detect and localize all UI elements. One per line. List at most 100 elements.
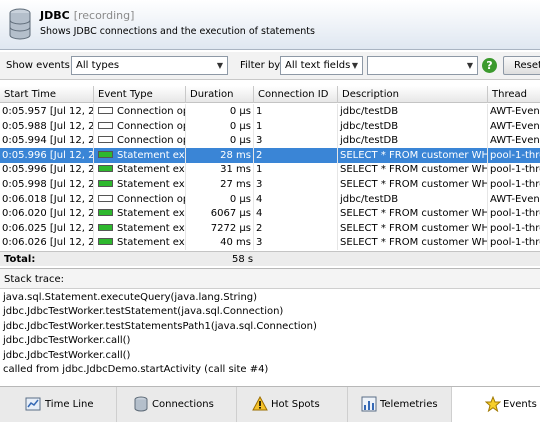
filter-text-input[interactable]: ▼: [367, 56, 478, 75]
tab-hot-spots[interactable]: Hot Spots: [237, 387, 348, 422]
connection-id-cell: 1: [254, 118, 338, 134]
column-header-duration[interactable]: Duration: [186, 86, 254, 103]
connection-id-cell: 3: [254, 177, 338, 192]
event-type-cell: Statement executed: [94, 220, 186, 236]
table-row[interactable]: 0:05.994 [Jul 12, 2011 4:12:56 PM]Connec…: [0, 133, 540, 149]
start-time-cell: 0:05.957 [Jul 12, 2011 4:12:56 PM]: [2, 104, 94, 119]
thread-cell: pool-1-thread-3: [488, 235, 540, 250]
hotspots-icon: [252, 396, 268, 411]
start-time-cell: 0:05.996 [Jul 12, 2011 4:12:56 PM]: [2, 147, 94, 163]
thread-cell: AWT-EventQueue-0: [488, 192, 540, 207]
column-header-thread[interactable]: Thread: [488, 86, 540, 103]
thread-cell: pool-1-thread-2: [488, 162, 540, 177]
duration-cell: 6067 µs: [186, 206, 254, 222]
view-title: JDBC [recording]: [40, 9, 135, 22]
event-type-cell: Statement executed: [94, 162, 186, 178]
duration-cell: 0 µs: [186, 104, 254, 119]
table-row[interactable]: 0:06.018 [Jul 12, 2011 4:12:56 PM]Connec…: [0, 191, 540, 207]
event-type-swatch: [98, 180, 113, 187]
event-type-cell: Connection opened: [94, 191, 186, 207]
chevron-down-icon: ▼: [216, 61, 223, 70]
duration-cell: 0 µs: [186, 133, 254, 149]
event-type-swatch: [98, 209, 113, 217]
event-type-cell: Statement executed: [94, 235, 186, 251]
event-type-swatch: [98, 121, 113, 129]
thread-cell: pool-1-thread-3: [488, 177, 540, 192]
tab-events[interactable]: Events: [452, 387, 540, 422]
thread-cell: AWT-EventQueue-0: [488, 133, 540, 148]
event-type-cell: Connection opened: [94, 104, 186, 119]
reset-button[interactable]: Reset: [503, 56, 540, 75]
total-value: 58 s: [232, 254, 254, 265]
duration-cell: 27 ms: [186, 177, 254, 192]
thread-cell: pool-1-thread-1: [488, 148, 540, 163]
start-time-cell: 0:05.998 [Jul 12, 2011 4:12:56 PM]: [2, 177, 94, 192]
column-header-connection-id[interactable]: Connection ID: [254, 86, 338, 103]
table-row[interactable]: 0:05.996 [Jul 12, 2011 4:12:56 PM]Statem…: [0, 147, 540, 163]
tab-connections[interactable]: Connections: [117, 387, 237, 422]
view-header: JDBC [recording] Shows JDBC connections a…: [0, 0, 540, 50]
description-cell: SELECT * FROM customer WHERE id = ?: [340, 206, 488, 222]
stack-frame[interactable]: called from jdbc.JdbcDemo.startActivity …: [3, 364, 268, 375]
table-row[interactable]: 0:05.996 [Jul 12, 2011 4:12:56 PM]Statem…: [0, 162, 540, 178]
connection-id-cell: 1: [254, 104, 338, 119]
total-label: Total:: [4, 254, 36, 265]
start-time-cell: 0:06.020 [Jul 12, 2011 4:12:56 PM]: [2, 206, 94, 222]
description-cell: jdbc/testDB: [338, 104, 488, 119]
thread-cell: pool-1-thread-4: [488, 206, 540, 221]
tab-time-line[interactable]: Time Line: [0, 387, 117, 422]
description-cell: SELECT * FROM customer WHERE id = ?: [340, 220, 488, 236]
table-row[interactable]: 0:05.957 [Jul 12, 2011 4:12:56 PM]Connec…: [0, 104, 540, 119]
description-cell: SELECT * FROM customer WHERE id = ?: [340, 147, 488, 163]
table-header: Start Time Event Type Duration Connectio…: [0, 86, 540, 103]
column-header-event-type[interactable]: Event Type: [94, 86, 186, 103]
connection-id-cell: 4: [254, 206, 338, 222]
show-events-label: Show events:: [6, 60, 74, 71]
stack-frame[interactable]: jdbc.JdbcTestWorker.testStatementsPath1(…: [3, 321, 317, 332]
event-type-swatch: [98, 165, 113, 173]
event-type-cell: Statement executed: [94, 147, 186, 163]
column-header-description[interactable]: Description: [338, 86, 488, 103]
connection-id-cell: 4: [254, 191, 338, 207]
show-events-select[interactable]: All types ▼: [71, 56, 228, 75]
stack-trace-label: Stack trace:: [4, 274, 65, 285]
stack-frame[interactable]: jdbc.JdbcTestWorker.call(): [3, 335, 130, 346]
view-tab-bar: Time Line Connections Hot Spots Telemetr…: [0, 386, 540, 422]
start-time-cell: 0:05.996 [Jul 12, 2011 4:12:56 PM]: [2, 162, 94, 178]
chevron-down-icon: ▼: [466, 61, 473, 70]
description-cell: jdbc/testDB: [338, 118, 488, 134]
thread-cell: AWT-EventQueue-0: [488, 119, 540, 134]
start-time-cell: 0:05.988 [Jul 12, 2011 4:12:56 PM]: [2, 118, 94, 134]
duration-cell: 0 µs: [186, 191, 254, 207]
duration-cell: 31 ms: [186, 162, 254, 178]
connection-id-cell: 2: [254, 147, 338, 163]
telemetries-icon: [361, 396, 377, 412]
table-row[interactable]: 0:06.026 [Jul 12, 2011 4:12:56 PM]Statem…: [0, 235, 540, 251]
column-header-start-time[interactable]: Start Time: [0, 86, 94, 103]
connections-icon: [134, 396, 148, 412]
stack-frame[interactable]: jdbc.JdbcTestWorker.call(): [3, 350, 130, 361]
stack-frame[interactable]: jdbc.JdbcTestWorker.testStatement(java.s…: [3, 306, 283, 317]
table-row[interactable]: 0:05.988 [Jul 12, 2011 4:12:56 PM]Connec…: [0, 118, 540, 134]
table-row[interactable]: 0:06.025 [Jul 12, 2011 4:12:56 PM]Statem…: [0, 220, 540, 236]
event-type-swatch: [98, 223, 113, 231]
event-type-swatch: [98, 136, 113, 144]
event-type-swatch: [98, 107, 113, 114]
stack-frame[interactable]: java.sql.Statement.executeQuery(java.lan…: [3, 292, 257, 303]
filter-by-select[interactable]: All text fields ▼: [280, 56, 363, 75]
description-cell: jdbc/testDB: [338, 133, 488, 149]
events-icon: [485, 396, 501, 412]
thread-cell: pool-1-thread-1: [488, 221, 540, 236]
event-type-cell: Statement executed: [94, 206, 186, 222]
filter-bar: Show events: All types ▼ Filter by All te…: [0, 52, 540, 80]
event-type-cell: Statement executed: [94, 177, 186, 192]
event-type-swatch: [98, 150, 113, 158]
connection-id-cell: 1: [254, 162, 338, 178]
table-row[interactable]: 0:05.998 [Jul 12, 2011 4:12:56 PM]Statem…: [0, 177, 540, 192]
tab-telemetries[interactable]: Telemetries: [348, 387, 452, 422]
event-type-cell: Connection opened: [94, 118, 186, 134]
stack-trace-panel: java.sql.Statement.executeQuery(java.lan…: [0, 290, 540, 382]
table-row[interactable]: 0:06.020 [Jul 12, 2011 4:12:56 PM]Statem…: [0, 206, 540, 222]
stack-trace-header: Stack trace:: [0, 268, 540, 289]
help-button[interactable]: ?: [482, 58, 497, 73]
